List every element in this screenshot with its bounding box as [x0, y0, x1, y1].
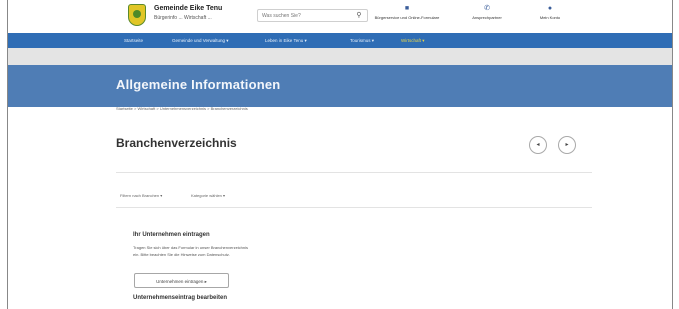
utility-link-contacts[interactable]: ✆ Ansprechpartner: [452, 4, 522, 20]
site-brand-title[interactable]: Gemeinde Eike Tenu: [154, 5, 222, 12]
section-title-register: Ihr Unternehmen eintragen: [133, 232, 210, 238]
next-button[interactable]: ▸: [558, 136, 576, 154]
site-brand-subtitle: Bürgerinfo ... Wirtschaft ...: [154, 15, 212, 21]
person-icon: ●: [547, 5, 553, 12]
coat-of-arms-logo-icon[interactable]: [128, 4, 146, 26]
utility-link-services[interactable]: ■ Bürgerservice und Online-Formulare: [372, 4, 442, 20]
divider: [116, 172, 592, 173]
building-icon: ■: [404, 5, 410, 12]
main-navigation: Startseite Gemeinde und Verwaltung ▾ Leb…: [8, 33, 672, 48]
nav-item-startseite[interactable]: Startseite: [124, 33, 143, 48]
utility-link-label: Bürgerservice und Online-Formulare: [374, 15, 440, 20]
page-title: Branchenverzeichnis: [116, 136, 237, 150]
search-input[interactable]: [258, 10, 352, 21]
breadcrumb: Startseite > Wirtschaft > Unternehmensve…: [116, 106, 248, 111]
section-description-line: Tragen Sie sich über das Formular in uns…: [133, 245, 249, 250]
register-company-button[interactable]: Unternehmen eintragen ▸: [134, 273, 229, 288]
breadcrumb-item[interactable]: Wirtschaft: [137, 106, 155, 111]
section-description-line: ein. Bitte beachten Sie die Hinweise zum…: [133, 252, 230, 257]
breadcrumb-item-current: Branchenverzeichnis: [210, 106, 248, 111]
search-box: ⚲: [257, 9, 368, 22]
section-title-edit: Unternehmenseintrag bearbeiten: [133, 295, 228, 301]
breadcrumb-item[interactable]: Unternehmensverzeichnis: [160, 106, 206, 111]
utility-link-account[interactable]: ● Mein Konto: [515, 4, 585, 20]
divider: [116, 207, 592, 208]
sub-navigation-bar: [8, 48, 672, 65]
nav-item-leben[interactable]: Leben in Eike Tenu ▾: [265, 33, 307, 48]
nav-item-gemeinde[interactable]: Gemeinde und Verwaltung ▾: [172, 33, 229, 48]
nav-item-tourismus[interactable]: Tourismus ▾: [350, 33, 374, 48]
category-filter-dropdown[interactable]: Kategorie wählen ▾: [191, 193, 225, 198]
site-header: Gemeinde Eike Tenu Bürgerinfo ... Wirtsc…: [8, 0, 672, 33]
previous-button[interactable]: ◂: [529, 136, 547, 154]
branch-filter-dropdown[interactable]: Filtern nach Branchen ▾: [120, 193, 162, 198]
browser-frame: Gemeinde Eike Tenu Bürgerinfo ... Wirtsc…: [7, 0, 673, 309]
banner-title: Allgemeine Informationen: [116, 77, 281, 92]
nav-item-wirtschaft[interactable]: Wirtschaft ▾: [401, 33, 425, 48]
utility-link-label: Ansprechpartner: [472, 15, 502, 20]
breadcrumb-item[interactable]: Startseite: [116, 106, 133, 111]
page-banner: Allgemeine Informationen: [8, 65, 672, 107]
phone-icon: ✆: [484, 5, 490, 12]
search-icon[interactable]: ⚲: [354, 11, 364, 20]
utility-link-label: Mein Konto: [539, 15, 561, 20]
